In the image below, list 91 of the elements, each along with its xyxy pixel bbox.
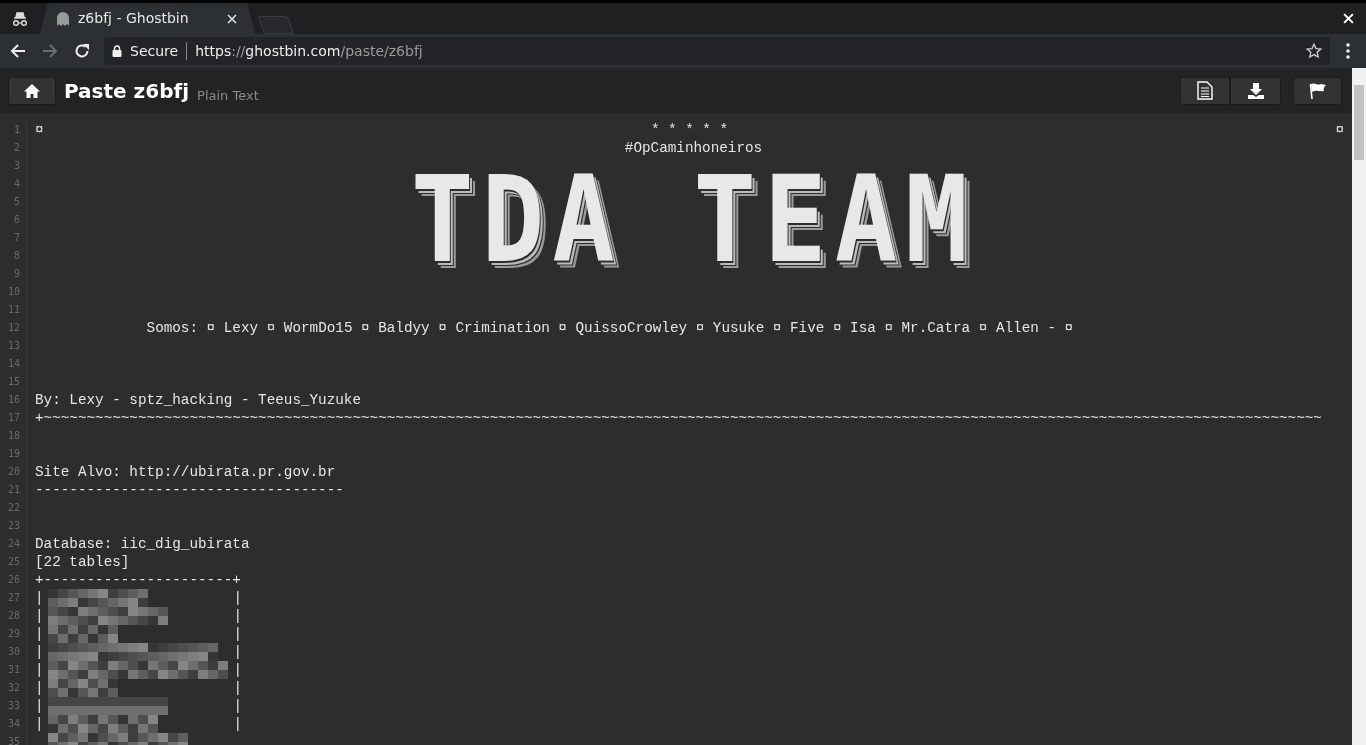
- language-label: Plain Text: [197, 86, 259, 105]
- incognito-icon: [11, 11, 29, 26]
- code-text: |: [233, 680, 243, 696]
- browser-tab[interactable]: z6bfj - Ghostbin: [40, 3, 255, 34]
- code-text: ¤: [35, 121, 44, 139]
- report-button[interactable]: [1293, 76, 1342, 105]
- code-text: * * * * *: [650, 121, 729, 139]
- line-number: 4: [12, 177, 21, 191]
- line-number: 14: [6, 357, 21, 371]
- line-number: 8: [12, 249, 21, 263]
- scrollbar[interactable]: [1352, 68, 1366, 745]
- line-number: 33: [6, 699, 21, 713]
- line-number: 6: [12, 213, 21, 227]
- code-text: |: [233, 608, 243, 624]
- close-icon: [1342, 13, 1354, 24]
- code-text: Database: iic_dig_ubirata: [35, 536, 250, 552]
- download-icon: [1246, 81, 1265, 100]
- paste-title: Paste z6bfj: [64, 77, 190, 105]
- line-number: 5: [12, 195, 21, 209]
- code-text: |: [233, 590, 243, 606]
- line-number: 9: [12, 267, 21, 281]
- code-text: |: [35, 626, 44, 642]
- download-button[interactable]: [1230, 76, 1281, 105]
- code-text: [22 tables]: [35, 554, 130, 570]
- code-text: +----------------------+: [35, 572, 241, 588]
- line-number: 3: [12, 159, 21, 173]
- code-text: |: [35, 680, 44, 696]
- code-text: |: [35, 662, 44, 678]
- line-number: 17: [6, 411, 21, 425]
- code-text: |: [233, 662, 243, 678]
- code-text: |: [35, 590, 44, 606]
- scrollbar-thumb[interactable]: [1354, 85, 1364, 160]
- menu-icon: [1346, 43, 1350, 59]
- line-number: 30: [6, 645, 21, 659]
- line-number: 32: [6, 681, 21, 695]
- line-number: 1: [12, 123, 21, 137]
- line-number: 7: [12, 231, 21, 245]
- code-text: Site Alvo: http://ubirata.pr.gov.br: [35, 464, 336, 480]
- code-text: ------------------------------------: [35, 482, 344, 498]
- code-text: |: [233, 626, 243, 642]
- line-number: 35: [6, 735, 21, 745]
- line-number: 19: [6, 447, 21, 461]
- home-icon: [23, 82, 41, 99]
- code-text: |: [233, 644, 243, 660]
- line-number: 23: [6, 519, 21, 533]
- line-number: 31: [6, 663, 21, 677]
- line-number: 13: [6, 339, 21, 353]
- line-number: 34: [6, 717, 21, 731]
- line-number: 16: [6, 393, 21, 407]
- flag-icon: [1308, 81, 1327, 100]
- code-text: |: [35, 716, 44, 732]
- address-bar[interactable]: Secure https://ghostbin.com/paste/z6bfj: [104, 37, 1330, 65]
- code-text: |: [35, 698, 44, 714]
- document-icon: [1197, 81, 1213, 100]
- code-text: Somos: ¤ Lexy ¤ WormDo15 ¤ Baldyy ¤ Crimination ¤ QuissoCrowley ¤ Yusuke ¤ Five ¤ Isa ¤ Mr.Catra ¤ Allen - ¤: [146, 320, 1074, 336]
- code-text: |: [233, 716, 243, 732]
- line-number: 27: [6, 591, 21, 605]
- security-label: Secure: [130, 41, 179, 61]
- url-text: https://ghostbin.com/paste/z6bfj: [195, 41, 423, 61]
- line-number: 10: [6, 285, 21, 299]
- forward-arrow-icon: [42, 43, 58, 59]
- line-number: 12: [6, 321, 21, 335]
- ghost-icon: [56, 10, 70, 27]
- code-text: |: [233, 698, 243, 714]
- line-number: 18: [6, 429, 21, 443]
- banner-title: TDA TEAM: [411, 160, 976, 280]
- home-button[interactable]: [8, 76, 56, 105]
- line-number: 21: [6, 483, 21, 497]
- code-text: By: Lexy - sptz_hacking - Teeus_Yuzuke: [35, 392, 362, 408]
- line-number: 28: [6, 609, 21, 623]
- lock-icon: [112, 45, 122, 57]
- line-number: 11: [6, 303, 21, 317]
- code-text: |: [35, 644, 44, 660]
- code-text: +~~~~~~~~~~~~~~~~~~~~~~~~~~~~~~~~~~~~~~~~~~~~~~~~~~~~~~~~~~~~~~~~~~~~~~~~~~~~~~~~~~~~~~~~~~~~~~~~~~~~~~~~~~~~~~~~~~~~~~~~~~~~~~~~~~~~~~~~~~~~~~~~~~~~~: [35, 410, 1322, 426]
- star-icon[interactable]: [1306, 43, 1322, 59]
- code-text: ¤: [1335, 121, 1344, 139]
- line-number: 26: [6, 573, 21, 587]
- line-number: 29: [6, 627, 21, 641]
- tab-title: z6bfj - Ghostbin: [78, 9, 190, 28]
- code-text: |: [35, 608, 44, 624]
- back-arrow-icon: [10, 43, 26, 59]
- line-number: 25: [6, 555, 21, 569]
- raw-button[interactable]: [1180, 76, 1230, 105]
- line-number: 15: [6, 375, 21, 389]
- close-icon: [227, 13, 237, 24]
- code-text: #OpCaminhoneiros: [624, 140, 763, 156]
- line-number: 24: [6, 537, 21, 551]
- line-number: 2: [12, 141, 21, 155]
- reload-icon: [74, 43, 90, 59]
- line-number: 20: [6, 465, 21, 479]
- line-number: 22: [6, 501, 21, 515]
